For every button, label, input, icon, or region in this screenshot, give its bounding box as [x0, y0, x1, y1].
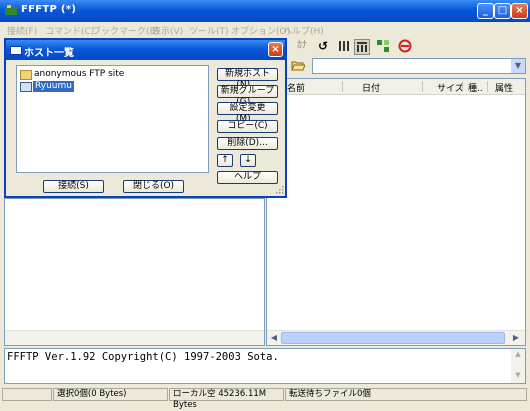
close-dialog-button[interactable]: 閉じる(O) [123, 180, 184, 193]
app-icon [5, 5, 17, 15]
open-folder-icon[interactable] [291, 59, 305, 72]
col-attr[interactable]: 属性 [495, 81, 513, 94]
menu-view[interactable]: 表示(V) [152, 24, 183, 37]
remote-hscroll-thumb[interactable] [281, 332, 505, 344]
stop-icon[interactable] [398, 39, 412, 53]
scroll-right-icon[interactable]: ▶ [510, 332, 522, 344]
kana-icon[interactable]: ｶﾅ [295, 39, 309, 53]
window-title: FFFTP (*) [21, 4, 77, 15]
connect-button[interactable]: 接続(S) [43, 180, 104, 193]
menu-command[interactable]: コマンド(C) [45, 24, 94, 37]
col-sep[interactable] [487, 81, 488, 92]
title-bar: FFFTP (*) _ □ × [0, 0, 530, 22]
resize-grip-icon[interactable] [276, 186, 284, 194]
new-host-button[interactable]: 新規ホスト(N)... [217, 68, 278, 90]
dialog-title: ホスト一覧 [24, 48, 74, 59]
col-size[interactable]: サイズ [437, 81, 464, 94]
sync-icon[interactable] [376, 39, 390, 53]
close-button[interactable]: × [511, 3, 528, 19]
local-file-list[interactable] [4, 198, 265, 346]
menu-connect[interactable]: 接続(F) [7, 24, 37, 37]
edit-settings-button[interactable]: 設定変更(M)... [217, 102, 278, 124]
menu-help[interactable]: ヘルプ(H) [283, 24, 324, 37]
dialog-close-button[interactable]: × [268, 42, 283, 57]
col-sep[interactable] [462, 81, 463, 92]
status-empty [2, 388, 52, 401]
scroll-up-icon[interactable]: ▲ [511, 350, 525, 358]
detail-view-icon[interactable] [354, 39, 370, 55]
status-bar: 選択0個(0 Bytes) ローカル空 45236.11M Bytes 転送待ち… [0, 386, 530, 410]
menu-bookmark[interactable]: ブックマーク(B) [92, 24, 159, 37]
copy-button[interactable]: コピー(C) [217, 120, 278, 133]
status-selection: 選択0個(0 Bytes) [53, 388, 168, 401]
log-vscroll[interactable]: ▲ ▼ [511, 349, 525, 383]
delete-button[interactable]: 削除(D)... [217, 137, 278, 150]
col-date[interactable]: 日付 [362, 81, 380, 94]
window-icon [10, 46, 22, 55]
move-up-button[interactable]: ↑ [217, 154, 233, 167]
col-sep[interactable] [422, 81, 423, 92]
minimize-button[interactable]: _ [477, 3, 494, 19]
scroll-left-icon[interactable]: ◀ [268, 332, 280, 344]
chevron-down-icon[interactable]: ▼ [511, 59, 525, 73]
local-hscroll[interactable] [5, 330, 264, 345]
maximize-button[interactable]: □ [494, 3, 511, 19]
menu-tools[interactable]: ツール(T) [189, 24, 229, 37]
menu-options[interactable]: オプション(O) [231, 24, 290, 37]
move-down-button[interactable]: ↓ [240, 154, 256, 167]
menu-bar: 接続(F) コマンド(C) ブックマーク(B) 表示(V) ツール(T) オプシ… [0, 22, 530, 38]
tree-item-label: anonymous FTP site [34, 69, 125, 79]
host-tree[interactable]: anonymous FTP site Ryuumu [16, 65, 209, 173]
status-queue: 転送待ちファイル0個 [285, 388, 527, 401]
refresh-icon[interactable]: ↺ [316, 39, 330, 53]
remote-list-header: 名前 日付 サイズ 種.. 属性 [267, 79, 525, 95]
log-pane[interactable]: FFFTP Ver.1.92 Copyright(C) 1997-2003 So… [4, 348, 526, 384]
tree-item-label: Ryuumu [33, 81, 74, 92]
host-list-dialog: ホスト一覧 × anonymous FTP site Ryuumu 新規ホスト(… [4, 38, 287, 198]
scroll-down-icon[interactable]: ▼ [511, 371, 525, 379]
remote-path-combo[interactable]: ▼ [312, 58, 526, 74]
new-group-button[interactable]: 新規グループ(G)... [217, 85, 278, 107]
remote-hscroll[interactable]: ◀ ▶ [267, 330, 525, 345]
help-button[interactable]: ヘルプ [217, 171, 278, 184]
dialog-title-bar: ホスト一覧 × [6, 40, 285, 60]
computer-icon [20, 82, 32, 92]
col-sep[interactable] [342, 81, 343, 92]
folder-icon [20, 70, 32, 80]
remote-file-list[interactable]: 名前 日付 サイズ 種.. 属性 ◀ ▶ [266, 78, 526, 346]
status-local-free: ローカル空 45236.11M Bytes [169, 388, 284, 410]
list-view-icon[interactable] [337, 39, 351, 53]
log-text: FFFTP Ver.1.92 Copyright(C) 1997-2003 So… [7, 351, 279, 363]
col-name[interactable]: 名前 [287, 81, 305, 94]
col-type[interactable]: 種.. [468, 81, 483, 94]
